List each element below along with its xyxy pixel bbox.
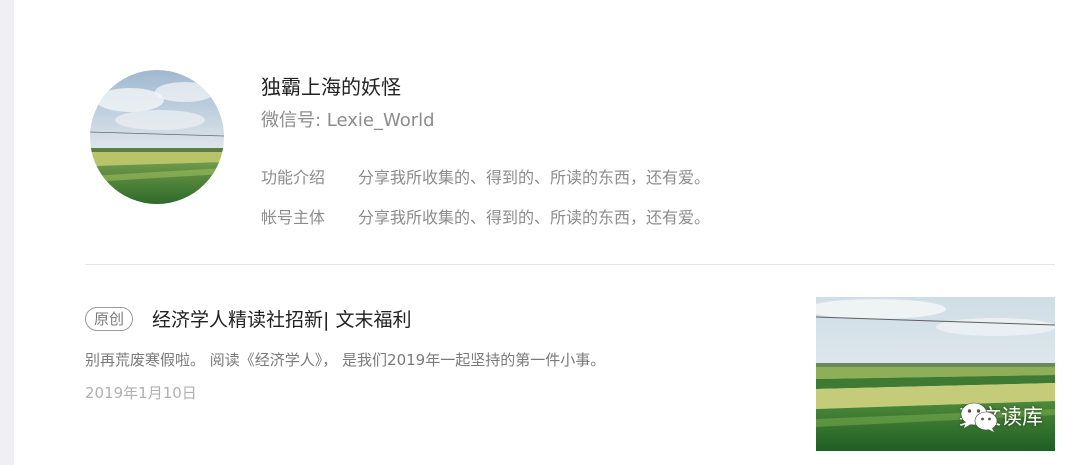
article-digest: 别再荒废寒假啦。 阅读《经济学人》， 是我们2019年一起坚持的第一件小事。 xyxy=(85,351,606,369)
original-badge: 原创 xyxy=(85,307,134,331)
account-owner-text: 分享我所收集的、得到的、所读的东西，还有爱。 xyxy=(358,208,711,227)
account-name: 独霸上海的妖怪 xyxy=(261,75,401,99)
wechat-icon xyxy=(960,402,998,432)
account-owner-row: 帐号主体 分享我所收集的、得到的、所读的东西，还有爱。 xyxy=(261,204,710,228)
article-title[interactable]: 经济学人精读社招新| 文末福利 xyxy=(152,305,411,332)
wechat-id: 微信号: Lexie_World xyxy=(261,110,435,131)
article-item[interactable]: 原创 经济学人精读社招新| 文末福利 别再荒废寒假啦。 阅读《经济学人》， 是我… xyxy=(85,296,1055,456)
function-intro-label: 功能介绍 xyxy=(261,168,326,187)
article-thumbnail[interactable]: 英文读库 xyxy=(816,297,1055,451)
account-card: 独霸上海的妖怪 微信号: Lexie_World 功能介绍分享我所收集的、得到的… xyxy=(14,0,1080,465)
article-date: 2019年1月10日 xyxy=(85,384,197,402)
avatar-landscape-image xyxy=(90,70,224,204)
divider xyxy=(85,264,1055,265)
function-intro-row: 功能介绍 分享我所收集的、得到的、所读的东西，还有爱。 xyxy=(261,164,710,188)
account-watermark: 英文读库 xyxy=(959,401,1043,432)
avatar[interactable] xyxy=(90,70,224,204)
function-intro-text: 分享我所收集的、得到的、所读的东西，还有爱。 xyxy=(358,168,711,187)
left-sidebar-strip xyxy=(0,0,14,465)
account-owner-label: 帐号主体 xyxy=(261,208,326,227)
